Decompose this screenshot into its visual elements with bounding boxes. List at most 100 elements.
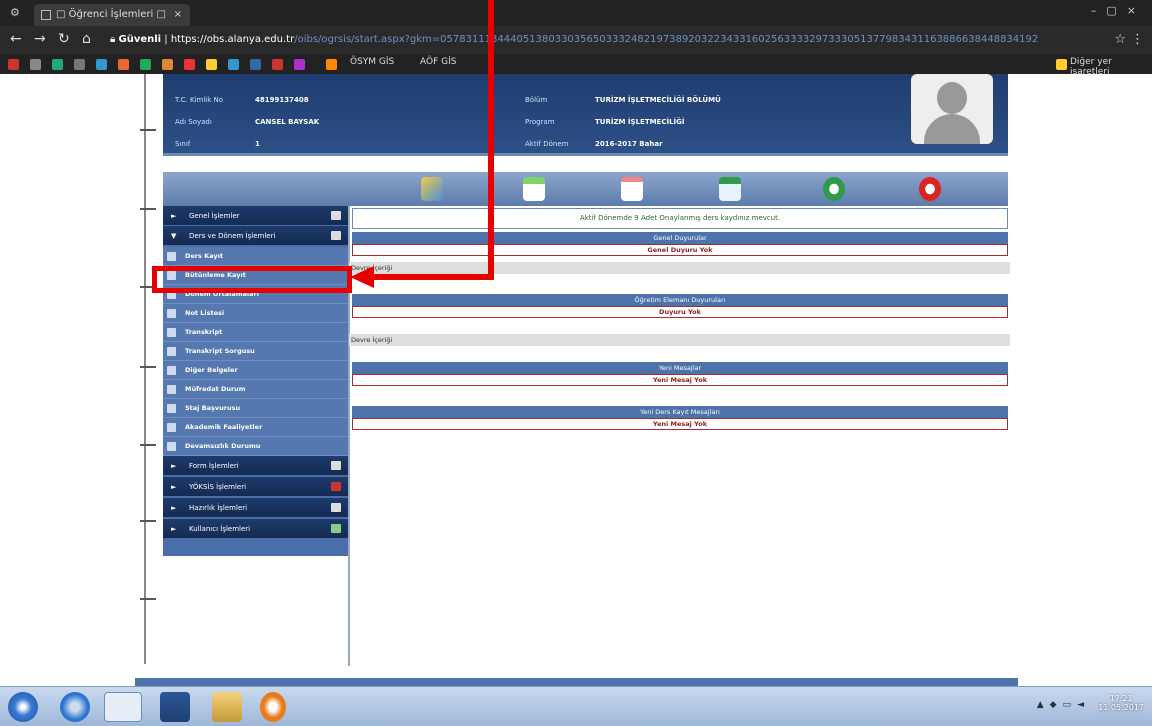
menu-section-preparatory[interactable]: ► Hazırlık İşlemleri — [163, 498, 349, 518]
chevron-right-icon: ► — [171, 483, 177, 491]
menu-section-general[interactable]: ► Genel İşlemler — [163, 206, 349, 226]
chevron-right-icon: ► — [171, 212, 177, 220]
bookmark-icon[interactable] — [30, 59, 41, 70]
course-messages-row: Yeni Mesaj Yok — [352, 418, 1008, 430]
item-icon — [167, 423, 176, 432]
quick-toolbar — [163, 172, 1008, 206]
info-icon[interactable] — [421, 177, 443, 201]
tab-title: □ Öğrenci İşlemleri □ — [56, 9, 166, 20]
url-path: /oibs/ogrsis/start.aspx?gkm=057831113444… — [294, 34, 1039, 45]
menu-item-label: Devamsızlık Durumu — [185, 442, 261, 450]
menu-section-label: Kullanıcı İşlemleri — [189, 525, 251, 533]
bookmark-icon[interactable] — [228, 59, 239, 70]
bookmark-star-icon[interactable]: ☆ — [1114, 32, 1126, 47]
menu-item-curriculum-status[interactable]: Müfredat Durum — [163, 380, 349, 399]
bookmark-icon[interactable] — [184, 59, 195, 70]
lock-icon: 🔒︎ — [110, 34, 119, 45]
start-button-icon[interactable] — [8, 692, 38, 722]
teacher-announcements-row: Duyuru Yok — [352, 306, 1008, 318]
bookmark-icon[interactable] — [118, 59, 129, 70]
timeline-tick — [140, 366, 156, 369]
bookmark-icon[interactable] — [96, 59, 107, 70]
back-icon[interactable]: ← — [10, 31, 22, 47]
name-value: CANSEL BAYSAK — [255, 118, 320, 126]
general-announcements-row: Genel Duyuru Yok — [352, 244, 1008, 256]
new-messages-row: Yeni Mesaj Yok — [352, 374, 1008, 386]
document-icon[interactable] — [621, 177, 643, 201]
internet-explorer-icon[interactable] — [60, 692, 90, 722]
menu-item-label: Ders Kayıt — [185, 252, 223, 260]
menu-icon[interactable]: ⋮ — [1131, 32, 1144, 47]
menu-section-yoksis[interactable]: ► YÖKSİS İşlemleri — [163, 477, 349, 497]
bookmark-icon[interactable] — [294, 59, 305, 70]
menu-item-transcript-query[interactable]: Transkript Sorgusu — [163, 342, 349, 361]
menu-item-internship[interactable]: Staj Başvurusu — [163, 399, 349, 418]
bookmark-icon[interactable] — [250, 59, 261, 70]
menu-item-label: Müfredat Durum — [185, 385, 246, 393]
timeline-tick — [140, 598, 156, 601]
menu-item-other-documents[interactable]: Diğer Belgeler — [163, 361, 349, 380]
class-value: 1 — [255, 140, 260, 148]
close-tab-icon[interactable]: × — [174, 4, 182, 26]
chrome-icon[interactable] — [104, 692, 142, 722]
bookmark-label[interactable]: AÖF GİS — [420, 57, 456, 67]
browser-app-icon: ⚙ — [10, 6, 20, 19]
menu-item-attendance[interactable]: Devamsızlık Durumu — [163, 437, 349, 456]
word-icon[interactable] — [160, 692, 190, 722]
bookmark-icon[interactable] — [74, 59, 85, 70]
general-announcements-header: Genel Duyurular — [352, 232, 1008, 244]
bookmark-icon[interactable] — [326, 59, 337, 70]
teacher-announcements-header: Öğretim Elemanı Duyuruları — [352, 294, 1008, 306]
bookmark-icon[interactable] — [162, 59, 173, 70]
url-field[interactable]: 🔒︎ Güvenli | https://obs.alanya.edu.tr/o… — [110, 30, 1110, 50]
annotation-highlight-box — [152, 266, 352, 293]
timeline-tick — [140, 208, 156, 211]
avatar-body — [924, 114, 980, 144]
system-tray-icons[interactable]: ▲◆▭◄ — [1037, 700, 1090, 710]
tc-value: 48199137408 — [255, 96, 309, 104]
clock[interactable]: 17:21 11.05.2017 — [1098, 694, 1144, 712]
reload-icon[interactable]: ↻ — [58, 31, 70, 47]
bookmark-icon[interactable] — [52, 59, 63, 70]
bookmarks-bar: ÖSYM GİS AÖF GİS Diğer yer işaretleri — [0, 54, 1152, 77]
menu-section-courses[interactable]: ▼ Ders ve Dönem İşlemleri — [163, 226, 349, 246]
content-grey-bar: Devre İçeriği — [349, 334, 1010, 346]
page-body: T.C. Kimlik No 48199137408 Adı Soyadı CA… — [0, 74, 1152, 692]
menu-item-academic-activities[interactable]: Akademik Faaliyetler — [163, 418, 349, 437]
home-icon[interactable]: ⌂ — [82, 31, 91, 47]
bookmark-icon[interactable] — [206, 59, 217, 70]
bookmark-icon[interactable] — [140, 59, 151, 70]
timeline-tick — [140, 444, 156, 447]
media-player-icon[interactable] — [260, 692, 286, 722]
timeline-line — [144, 74, 146, 664]
browser-tab-bar: ⚙ □ Öğrenci İşlemleri □ × –▢× — [0, 0, 1152, 26]
bookmark-icon[interactable] — [272, 59, 283, 70]
menu-item-label: Akademik Faaliyetler — [185, 423, 263, 431]
chevron-right-icon: ► — [171, 462, 177, 470]
avatar — [911, 74, 993, 144]
menu-item-course-registration[interactable]: Ders Kayıt — [163, 247, 349, 266]
os-taskbar: ▲◆▭◄ 17:21 11.05.2017 — [0, 686, 1152, 726]
name-label: Adı Soyadı — [175, 118, 212, 126]
folder-icon[interactable] — [212, 692, 242, 722]
calendar-icon[interactable] — [719, 177, 741, 201]
menu-item-grade-list[interactable]: Not Listesi — [163, 304, 349, 323]
clock-date: 11.05.2017 — [1098, 703, 1144, 712]
chevron-down-icon: ▼ — [171, 232, 177, 240]
menu-section-user[interactable]: ► Kullanıcı İşlemleri — [163, 519, 349, 539]
logout-icon[interactable] — [919, 177, 941, 201]
menu-item-transcript[interactable]: Transkript — [163, 323, 349, 342]
enrollment-notice: Aktif Dönemde 9 Adet Onaylanmış ders kay… — [352, 208, 1008, 229]
window-controls[interactable]: –▢× — [1091, 4, 1146, 17]
course-messages-header: Yeni Ders Kayıt Mesajları — [352, 406, 1008, 418]
content-grey-bar: Devre İçeriği — [349, 262, 1010, 274]
class-label: Sınıf — [175, 140, 191, 148]
notes-icon[interactable] — [523, 177, 545, 201]
menu-section-forms[interactable]: ► Form İşlemleri — [163, 456, 349, 476]
browser-tab[interactable]: □ Öğrenci İşlemleri □ × — [34, 4, 190, 26]
bookmark-icon[interactable] — [8, 59, 19, 70]
forward-icon[interactable]: → — [34, 31, 46, 47]
refresh-icon[interactable] — [823, 177, 845, 201]
bookmark-label[interactable]: ÖSYM GİS — [350, 57, 394, 67]
avatar-head — [937, 82, 967, 114]
